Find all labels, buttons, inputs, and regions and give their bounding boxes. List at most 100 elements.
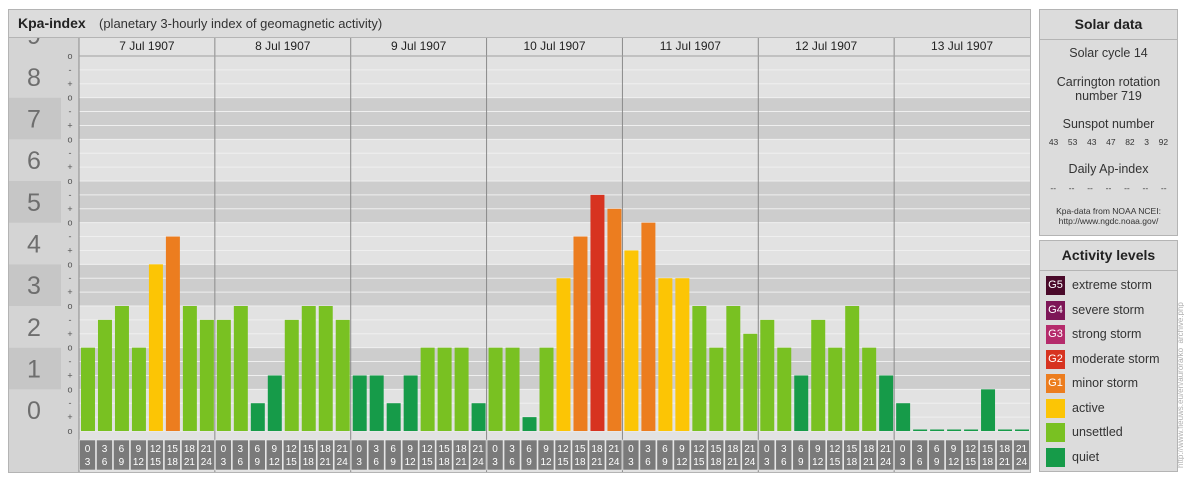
ap-index-label: Daily Ap-index xyxy=(1068,162,1149,176)
kpa-bar xyxy=(607,208,622,431)
carrington-line-2: number 719 xyxy=(1075,89,1142,103)
activity-levels-panel: Activity levels G5 extreme storm G4 seve… xyxy=(1039,240,1178,472)
kpa-bar-zero xyxy=(998,429,1013,431)
hour-end-label: 15 xyxy=(829,457,841,468)
hour-end-label: 6 xyxy=(373,457,379,468)
kpa-bar xyxy=(352,375,367,431)
hour-end-label: 3 xyxy=(764,457,770,468)
y-sub-label: o xyxy=(67,93,72,103)
activity-levels-title: Activity levels xyxy=(1040,241,1177,271)
hour-start-label: 15 xyxy=(982,444,994,455)
kpa-bar xyxy=(879,375,894,431)
hour-start-label: 0 xyxy=(628,444,634,455)
y-sub-label: + xyxy=(67,120,72,130)
kpa-bar xyxy=(81,347,95,431)
hour-end-label: 15 xyxy=(693,457,705,468)
hour-start-label: 9 xyxy=(815,444,821,455)
hour-end-label: 3 xyxy=(221,457,227,468)
hour-end-label: 12 xyxy=(405,457,417,468)
hour-end-label: 21 xyxy=(184,457,196,468)
day-label: 8 Jul 1907 xyxy=(255,39,311,53)
hour-start-label: 21 xyxy=(744,444,756,455)
kpa-bar xyxy=(182,306,197,431)
kpa-bar-zero xyxy=(1015,429,1029,431)
kpa-bar xyxy=(522,417,537,431)
y-sub-label: - xyxy=(69,357,72,367)
carrington-line-1: Carrington rotation xyxy=(1056,75,1161,89)
hour-end-label: 21 xyxy=(999,457,1011,468)
y-axis-label: 4 xyxy=(27,231,41,259)
level-quiet: quiet xyxy=(1046,447,1174,467)
hour-end-label: 18 xyxy=(846,457,858,468)
y-sub-label: + xyxy=(67,245,72,255)
hour-start-label: 15 xyxy=(574,444,586,455)
hour-start-label: 21 xyxy=(608,444,620,455)
kpa-bar xyxy=(97,319,112,431)
hour-start-label: 0 xyxy=(900,444,906,455)
kpa-bar xyxy=(658,278,673,431)
level-swatch: G2 xyxy=(1046,349,1065,369)
solar-data-title: Solar data xyxy=(1040,10,1177,40)
level-swatch: G1 xyxy=(1046,374,1065,393)
kpa-bar xyxy=(437,347,452,431)
kpa-bar xyxy=(743,333,758,431)
level-label: active xyxy=(1072,400,1105,415)
level-minor-storm: G1 minor storm xyxy=(1046,373,1174,393)
y-axis-label: 9 xyxy=(27,38,41,50)
hour-start-label: 6 xyxy=(390,444,396,455)
hour-start-label: 3 xyxy=(509,444,515,455)
plot-band xyxy=(79,139,1030,181)
hour-start-label: 12 xyxy=(965,444,977,455)
y-axis-label: 2 xyxy=(27,314,41,342)
y-axis-label: 1 xyxy=(27,356,41,384)
hour-start-label: 12 xyxy=(422,444,434,455)
hour-start-label: 15 xyxy=(710,444,722,455)
sunspot-value: 47 xyxy=(1106,137,1116,147)
chart-title-bar: Kpa-index (planetary 3-hourly index of g… xyxy=(9,10,1030,38)
level-label: minor storm xyxy=(1072,376,1138,390)
hour-end-label: 21 xyxy=(320,457,332,468)
level-label: extreme storm xyxy=(1072,278,1152,292)
kpa-bar xyxy=(828,347,843,431)
kpa-bar xyxy=(233,306,248,431)
hour-start-label: 15 xyxy=(439,444,451,455)
hour-start-label: 18 xyxy=(456,444,468,455)
hour-end-label: 15 xyxy=(422,457,434,468)
kpa-bar-zero xyxy=(964,429,979,431)
day-label: 7 Jul 1907 xyxy=(119,39,175,53)
kpa-bar xyxy=(454,347,469,431)
hour-end-label: 18 xyxy=(303,457,315,468)
hour-start-label: 12 xyxy=(286,444,298,455)
y-sub-label: - xyxy=(69,273,72,283)
hour-end-label: 12 xyxy=(269,457,281,468)
y-sub-label: - xyxy=(69,65,72,75)
hour-start-label: 9 xyxy=(951,444,957,455)
y-sub-label: - xyxy=(69,398,72,408)
hour-end-label: 18 xyxy=(710,457,722,468)
kpa-bar xyxy=(386,403,401,431)
kpa-bar xyxy=(369,375,384,431)
hour-end-label: 15 xyxy=(965,457,977,468)
y-sub-label: + xyxy=(67,204,72,214)
kpa-bar xyxy=(250,403,265,431)
kpa-bar xyxy=(199,319,214,431)
sunspot-value: 82 xyxy=(1125,137,1135,147)
hour-end-label: 9 xyxy=(662,457,668,468)
y-sub-label: o xyxy=(67,51,72,61)
hour-end-label: 9 xyxy=(526,457,532,468)
plot-band xyxy=(79,181,1030,223)
plot-band xyxy=(79,222,1030,265)
hour-start-label: 9 xyxy=(136,444,142,455)
level-swatch: G5 xyxy=(1046,276,1065,295)
hour-start-label: 18 xyxy=(863,444,875,455)
ap-index-values: -- -- -- -- -- -- -- xyxy=(1044,183,1173,193)
hour-start-label: 6 xyxy=(119,444,125,455)
solar-cycle: Solar cycle 14 xyxy=(1069,46,1148,60)
hour-end-label: 24 xyxy=(337,457,349,468)
kpa-bar xyxy=(131,347,146,431)
level-unsettled: unsettled xyxy=(1046,422,1174,442)
hour-start-label: 6 xyxy=(255,444,261,455)
day-label: 10 Jul 1907 xyxy=(523,39,585,53)
day-label: 9 Jul 1907 xyxy=(391,39,447,53)
level-active: active xyxy=(1046,398,1174,418)
